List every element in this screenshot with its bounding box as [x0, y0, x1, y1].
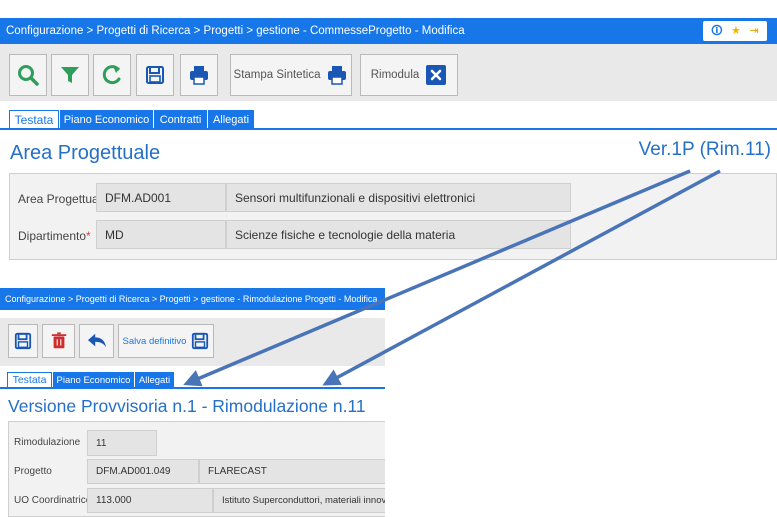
title-bar-secondary: Configurazione > Progetti di Ricerca > P…	[0, 288, 385, 310]
print-icon	[190, 66, 208, 85]
progetto-description-field: FLARECAST	[199, 459, 385, 484]
tab-underline-secondary	[0, 387, 385, 389]
filter-icon	[61, 67, 79, 83]
page-title-secondary: Versione Provvisoria n.1 - Rimodulazione…	[8, 396, 366, 416]
breadcrumb-secondary: Configurazione > Progetti di Ricerca > P…	[5, 294, 378, 304]
stampa-sintetica-label: Stampa Sintetica	[233, 69, 321, 81]
delete-button[interactable]	[42, 324, 75, 358]
rimodulazione-label: Rimodulazione	[14, 437, 81, 448]
search-button[interactable]	[9, 54, 47, 96]
required-mark: *	[86, 229, 91, 243]
exit-icon[interactable]: ⇥	[749, 25, 758, 37]
save-icon	[192, 332, 209, 350]
undo-button[interactable]	[79, 324, 114, 358]
info-icon[interactable]: 🛈	[711, 25, 722, 37]
dipartimento-label-text: Dipartimento	[18, 229, 87, 243]
uo-coordinatrice-label: UO Coordinatrice	[14, 495, 92, 506]
filter-button[interactable]	[51, 54, 89, 96]
undo-icon	[87, 333, 106, 348]
area-code-field: DFM.AD001	[96, 183, 226, 212]
title-actions: 🛈 ★ ⇥	[703, 21, 767, 41]
save-button-secondary[interactable]	[8, 324, 38, 358]
area-description-field: Sensori multifunzionali e dispositivi el…	[226, 183, 571, 212]
tab-piano-economico-secondary[interactable]: Piano Economico	[53, 372, 134, 388]
tab-piano-economico[interactable]: Piano Economico	[60, 110, 153, 129]
breadcrumb: Configurazione > Progetti di Ricerca > P…	[6, 25, 465, 37]
version-label: Ver.1P (Rim.11)	[638, 139, 771, 160]
progetto-code-field: DFM.AD001.049	[87, 459, 199, 484]
rimodula-label: Rimodula	[370, 69, 420, 81]
salva-definitivo-label: Salva definitivo	[122, 335, 187, 347]
search-icon	[18, 65, 39, 86]
uo-code-field: 113.000	[87, 488, 213, 513]
tab-testata[interactable]: Testata	[9, 110, 59, 129]
dipartimento-label: Dipartimento*	[18, 229, 91, 243]
tab-underline	[0, 128, 777, 130]
save-icon	[14, 332, 32, 350]
progetto-label: Progetto	[14, 466, 52, 477]
rimodula-button[interactable]: Rimodula	[360, 54, 458, 96]
delete-icon	[51, 332, 66, 349]
stampa-sintetica-button[interactable]: Stampa Sintetica	[230, 54, 352, 96]
page-title: Area Progettuale	[10, 142, 161, 164]
close-box-icon	[426, 65, 447, 85]
uo-description-field: Istituto Superconduttori, materiali inno…	[213, 488, 385, 513]
tab-testata-secondary[interactable]: Testata	[7, 372, 52, 388]
rimodulazione-field: 11	[87, 430, 157, 456]
refresh-icon	[102, 65, 121, 85]
tab-allegati-secondary[interactable]: Allegati	[135, 372, 174, 388]
tab-allegati[interactable]: Allegati	[208, 110, 254, 129]
title-bar: Configurazione > Progetti di Ricerca > P…	[0, 18, 777, 44]
tab-contratti[interactable]: Contratti	[154, 110, 207, 129]
print-icon	[328, 66, 347, 85]
salva-definitivo-button[interactable]: Salva definitivo	[118, 324, 214, 358]
save-icon	[146, 66, 164, 84]
dipartimento-code-field: MD	[96, 220, 226, 249]
dipartimento-description-field: Scienze fisiche e tecnologie della mater…	[226, 220, 571, 249]
save-button[interactable]	[136, 54, 174, 96]
area-label: Area Progettuale	[18, 192, 109, 206]
refresh-button[interactable]	[93, 54, 131, 96]
star-icon[interactable]: ★	[731, 25, 741, 37]
print-button[interactable]	[180, 54, 218, 96]
